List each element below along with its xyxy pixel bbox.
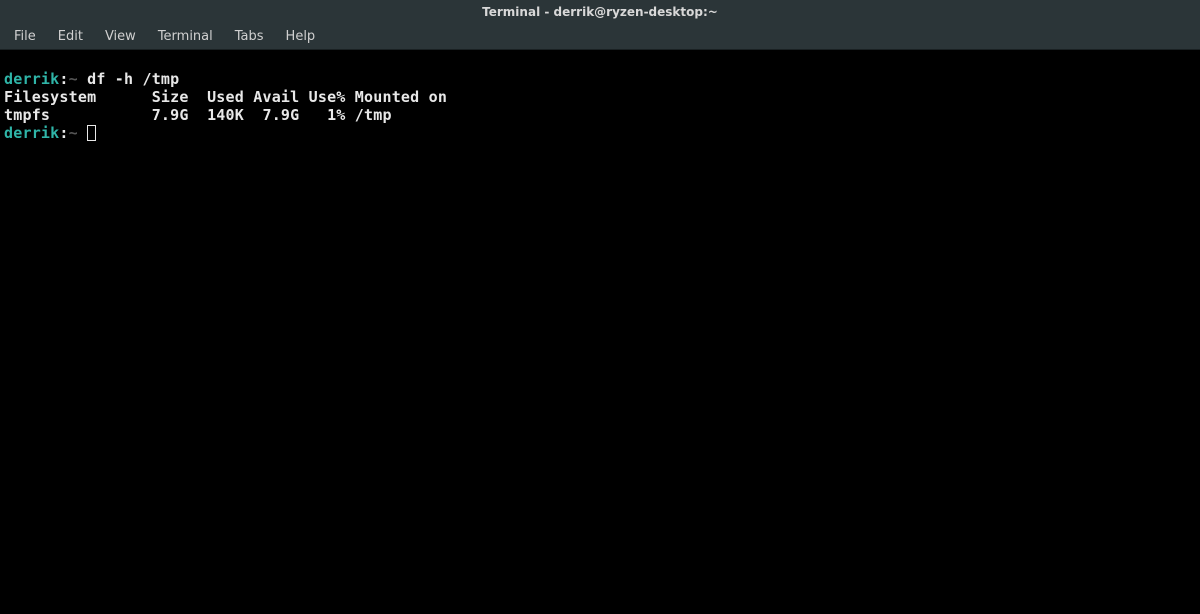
- prompt-separator: :: [59, 124, 68, 142]
- menubar: File Edit View Terminal Tabs Help: [0, 24, 1200, 50]
- terminal-output-area[interactable]: derrik:~ df -h /tmp Filesystem Size Used…: [0, 50, 1200, 144]
- cursor: [87, 125, 96, 141]
- menu-view[interactable]: View: [95, 26, 146, 47]
- prompt-path: ~: [69, 124, 78, 142]
- menu-file[interactable]: File: [4, 26, 46, 47]
- prompt-line-1: derrik:~ df -h /tmp: [4, 70, 179, 88]
- output-header-line: Filesystem Size Used Avail Use% Mounted …: [4, 88, 447, 106]
- menu-tabs[interactable]: Tabs: [225, 26, 274, 47]
- command-text: df -h /tmp: [78, 70, 180, 88]
- prompt-separator: :: [59, 70, 68, 88]
- window-titlebar: Terminal - derrik@ryzen-desktop:~: [0, 0, 1200, 24]
- prompt-line-2: derrik:~: [4, 124, 96, 142]
- prompt-user: derrik: [4, 70, 59, 88]
- prompt-path: ~: [69, 70, 78, 88]
- menu-edit[interactable]: Edit: [48, 26, 93, 47]
- menu-terminal[interactable]: Terminal: [148, 26, 223, 47]
- command-text: [78, 124, 87, 142]
- window-title: Terminal - derrik@ryzen-desktop:~: [482, 5, 718, 19]
- menu-help[interactable]: Help: [276, 26, 326, 47]
- output-data-line: tmpfs 7.9G 140K 7.9G 1% /tmp: [4, 106, 392, 124]
- prompt-user: derrik: [4, 124, 59, 142]
